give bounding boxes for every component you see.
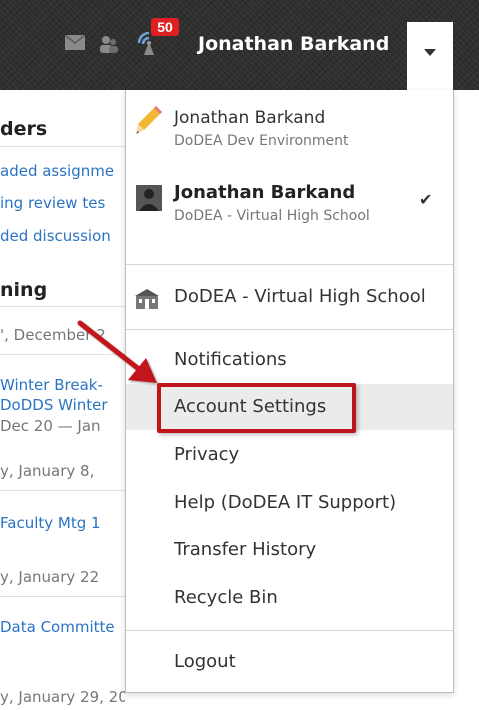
annotation-highlight-box: [157, 383, 356, 433]
annotation-arrow: [77, 320, 157, 383]
